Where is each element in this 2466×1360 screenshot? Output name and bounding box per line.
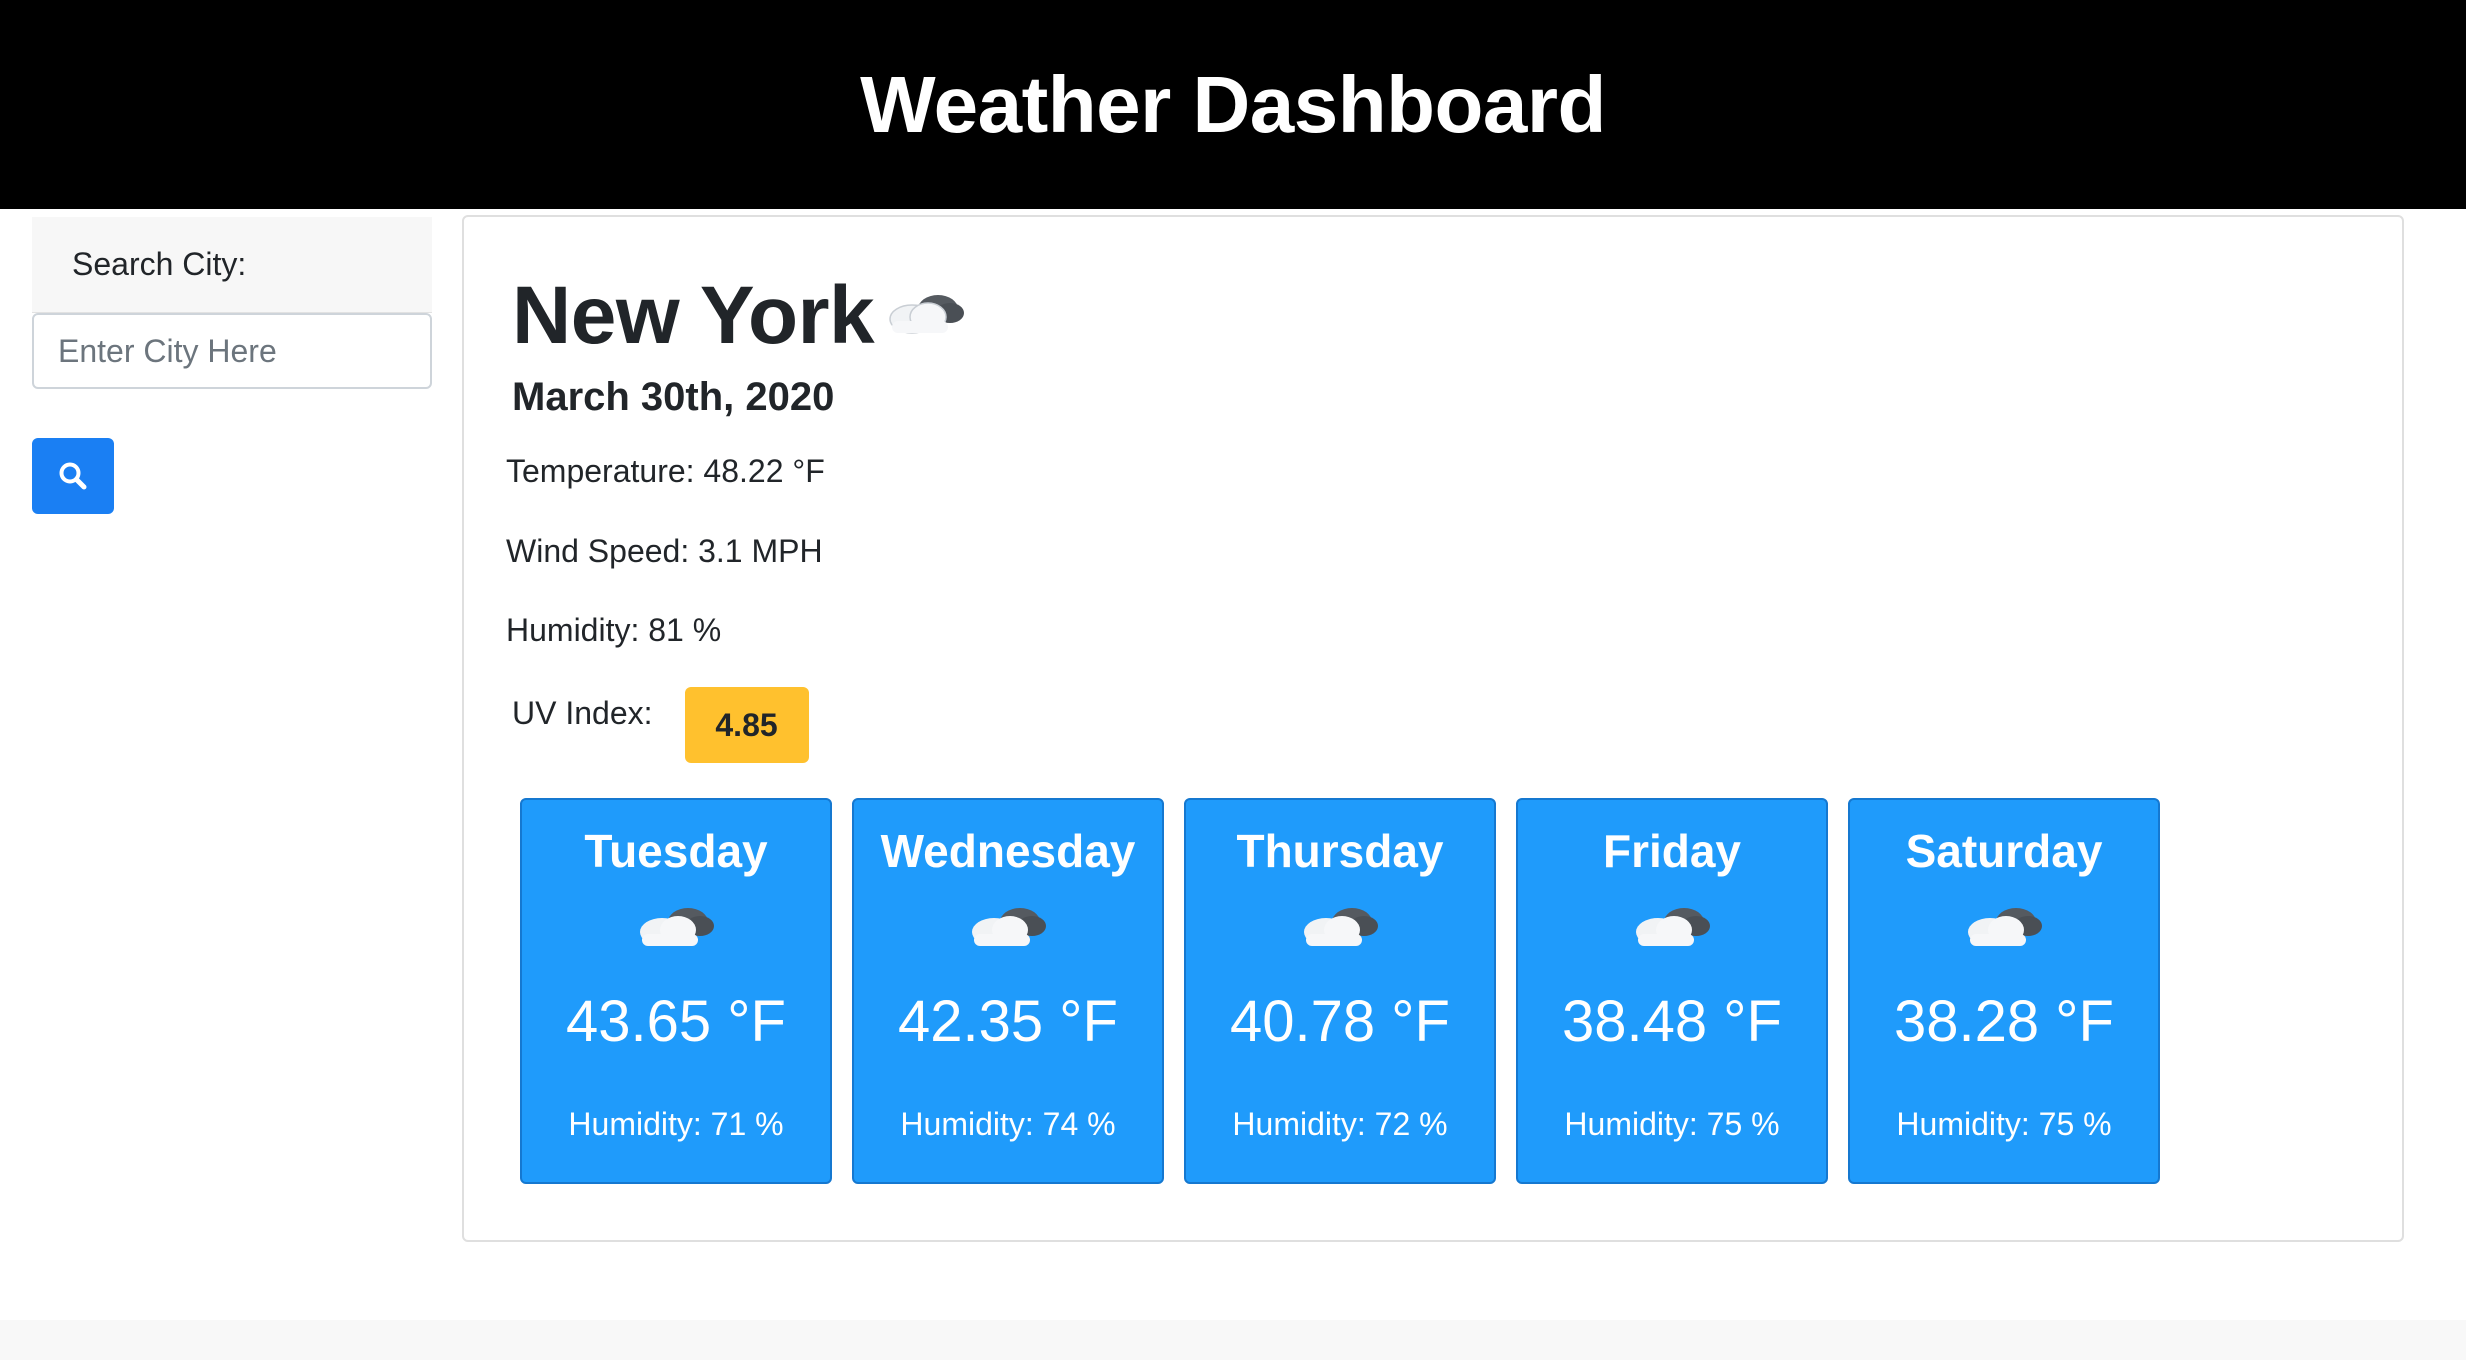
uv-index-badge: 4.85	[684, 687, 809, 763]
forecast-humidity: Humidity: 71 %	[568, 1106, 784, 1142]
forecast-day: Wednesday	[880, 825, 1136, 877]
forecast-day: Friday	[1602, 825, 1742, 877]
cloud-icon	[1304, 908, 1378, 946]
current-date: March 30th, 2020	[512, 375, 835, 419]
current-humidity: Humidity: 81 %	[506, 612, 722, 648]
forecast-day: Thursday	[1236, 825, 1444, 877]
search-icon	[59, 462, 87, 490]
forecast-humidity: Humidity: 74 %	[900, 1106, 1116, 1142]
current-temperature: Temperature: 48.22 °F	[506, 453, 825, 489]
cloud-icon	[1636, 908, 1710, 946]
cloud-icon	[1968, 908, 2042, 946]
current-wind-speed: Wind Speed: 3.1 MPH	[506, 533, 823, 569]
search-button[interactable]	[32, 438, 114, 514]
current-weather-card: New York March 30th, 2020 Temperature: 4…	[462, 215, 2404, 1242]
city-name: New York	[512, 270, 875, 361]
forecast-humidity: Humidity: 72 %	[1232, 1106, 1448, 1142]
forecast-temperature: 42.35 °F	[898, 989, 1118, 1054]
uv-index-label: UV Index:	[512, 695, 653, 731]
forecast-card: Tuesday 43.65 °F Humidity: 71 %	[520, 798, 832, 1184]
page-title: Weather Dashboard	[860, 59, 1606, 149]
forecast-temperature: 38.28 °F	[1894, 989, 2114, 1054]
city-search-input[interactable]	[32, 313, 432, 389]
forecast-temperature: 38.48 °F	[1562, 989, 1782, 1054]
city-heading: New York	[512, 269, 970, 363]
forecast-humidity: Humidity: 75 %	[1564, 1106, 1780, 1142]
five-day-forecast: Tuesday 43.65 °F Humidity: 71 % Wednesda…	[520, 798, 2160, 1184]
forecast-temperature: 43.65 °F	[566, 989, 786, 1054]
cloud-icon	[972, 908, 1046, 946]
uv-index-row: UV Index: 4.85	[512, 687, 809, 763]
page-header: Weather Dashboard	[0, 0, 2466, 209]
forecast-card: Thursday 40.78 °F Humidity: 72 %	[1184, 798, 1496, 1184]
forecast-card: Friday 38.48 °F Humidity: 75 %	[1516, 798, 1828, 1184]
forecast-card: Wednesday 42.35 °F Humidity: 74 %	[852, 798, 1164, 1184]
forecast-card: Saturday 38.28 °F Humidity: 75 %	[1848, 798, 2160, 1184]
sidebar: Search City:	[32, 217, 432, 514]
search-city-label: Search City:	[32, 217, 432, 313]
cloud-icon	[889, 295, 965, 334]
forecast-day: Tuesday	[584, 825, 768, 877]
forecast-day: Saturday	[1905, 825, 2103, 877]
forecast-humidity: Humidity: 75 %	[1896, 1106, 2112, 1142]
page-footer-strip	[0, 1320, 2466, 1360]
cloud-icon	[640, 908, 714, 946]
forecast-temperature: 40.78 °F	[1230, 989, 1450, 1054]
